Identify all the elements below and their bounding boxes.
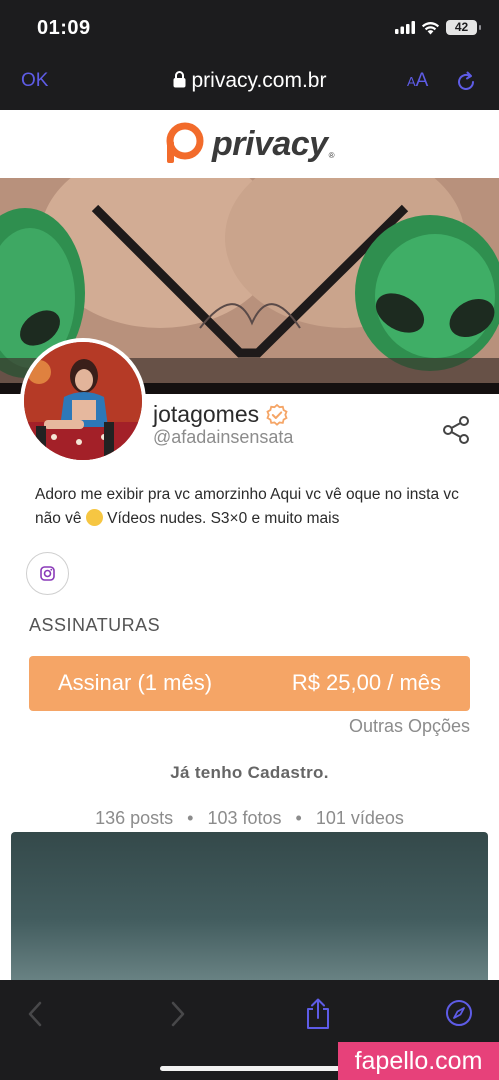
site-header: privacy ® <box>0 110 499 178</box>
media-preview[interactable] <box>11 832 488 980</box>
logo-text: privacy <box>212 124 328 163</box>
posts-count: 136 posts <box>95 808 174 828</box>
logo-registered-mark: ® <box>328 151 335 160</box>
home-indicator[interactable] <box>160 1066 340 1071</box>
subscribe-button-label: Assinar (1 mês) <box>58 670 213 695</box>
url-text: privacy.com.br <box>191 69 327 92</box>
forward-icon[interactable] <box>170 1001 186 1027</box>
browser-nav-bar: OK privacy.com.br AA <box>0 56 499 110</box>
subscribe-button-price: R$ 25,00 / mês <box>291 670 441 695</box>
profile-avatar[interactable] <box>20 338 146 464</box>
battery-indicator: 42 <box>446 20 481 35</box>
already-registered-link[interactable]: Já tenho Cadastro. <box>0 763 499 783</box>
back-icon[interactable] <box>27 1001 43 1027</box>
subscriptions-title: ASSINATURAS <box>29 615 161 635</box>
privacy-logo-icon <box>166 122 204 163</box>
text-size-small-a: A <box>407 74 416 89</box>
profile-name-text: jotagomes <box>153 401 260 427</box>
status-bar: 01:09 42 <box>0 0 499 56</box>
zany-face-emoji-icon <box>85 509 103 526</box>
web-page: privacy ® jotagomes @afadainsensata Ador… <box>0 110 499 980</box>
text-size-button[interactable]: AA <box>407 70 428 92</box>
stats-separator: • <box>187 808 194 828</box>
instagram-icon <box>40 566 55 581</box>
instagram-link-button[interactable] <box>26 552 69 595</box>
videos-count: 101 vídeos <box>315 808 404 828</box>
profile-handle: @afadainsensata <box>153 427 294 447</box>
lock-icon <box>173 71 185 88</box>
wifi-icon <box>421 21 440 34</box>
photos-count: 103 fotos <box>207 808 282 828</box>
compass-icon[interactable] <box>445 999 473 1027</box>
avatar-image <box>24 342 142 460</box>
watermark: fapello.com <box>338 1042 499 1080</box>
verified-badge-icon <box>266 403 288 426</box>
profile-name: jotagomes <box>153 401 288 428</box>
other-options-link[interactable]: Outras Opções <box>349 716 470 737</box>
text-size-large-a: A <box>415 70 429 91</box>
content-stats: 136 posts • 103 fotos • 101 vídeos <box>0 808 499 829</box>
profile-bio: Adoro me exibir pra vc amorzinho Aqui vc… <box>35 483 475 531</box>
avatar-photo <box>24 342 142 460</box>
status-time: 01:09 <box>37 17 91 39</box>
privacy-logo[interactable]: privacy ® <box>164 122 335 166</box>
status-icons: 42 <box>395 20 481 35</box>
bio-text-end: Vídeos nudes. S3×0 e muito mais <box>102 510 340 527</box>
share-icon[interactable] <box>441 415 471 445</box>
stats-separator: • <box>295 808 302 828</box>
reload-icon[interactable] <box>455 71 477 93</box>
cellular-signal-icon <box>395 21 415 34</box>
subscribe-button[interactable]: Assinar (1 mês) R$ 25,00 / mês <box>29 656 470 711</box>
share-sheet-icon[interactable] <box>305 998 331 1030</box>
